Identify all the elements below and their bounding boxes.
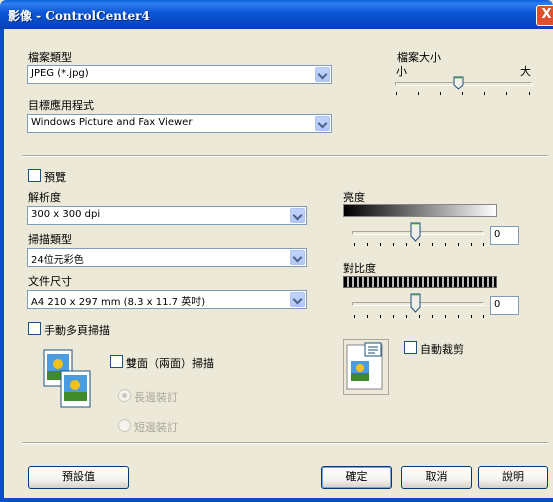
auto-crop-icon	[343, 339, 389, 395]
ok-button[interactable]: 確定	[321, 466, 392, 489]
defaults-button[interactable]: 預設值	[28, 466, 129, 489]
manual-multipage-label: 手動多頁掃描	[44, 324, 110, 337]
contrast-ticks	[354, 315, 484, 319]
help-button[interactable]: 說明	[478, 466, 548, 489]
chevron-down-icon[interactable]	[290, 208, 305, 223]
chevron-down-icon[interactable]	[290, 292, 305, 307]
scan-type-value: 24位元彩色	[31, 255, 84, 266]
preview-label: 預覽	[44, 171, 66, 184]
file-type-select[interactable]: JPEG (*.jpg)	[27, 65, 332, 84]
auto-crop-checkbox[interactable]	[404, 341, 417, 354]
resolution-label: 解析度	[28, 191, 61, 204]
contrast-label: 對比度	[343, 262, 376, 275]
brightness-thumb[interactable]	[410, 222, 421, 242]
separator	[22, 155, 548, 157]
target-app-label: 目標應用程式	[28, 99, 94, 112]
chevron-down-icon[interactable]	[315, 67, 330, 82]
title-bar: 影像 - ControlCenter4 X	[0, 0, 553, 29]
contrast-pattern	[343, 276, 497, 288]
brightness-value[interactable]: 0	[490, 226, 519, 245]
doc-size-label: 文件尺寸	[28, 275, 72, 288]
duplex-pages-icon	[43, 349, 93, 410]
file-size-max-label: 大	[520, 65, 531, 78]
file-size-ticks	[396, 92, 531, 96]
resolution-select[interactable]: 300 x 300 dpi	[27, 206, 307, 225]
long-edge-label: 長邊裝訂	[134, 391, 178, 404]
contrast-thumb[interactable]	[410, 293, 421, 313]
duplex-label: 雙面（兩面）掃描	[126, 357, 214, 370]
duplex-checkbox[interactable]	[110, 355, 123, 368]
file-size-thumb[interactable]	[453, 76, 464, 90]
file-size-min-label: 小	[396, 65, 407, 78]
doc-size-value: A4 210 x 297 mm (8.3 x 11.7 英吋)	[31, 297, 206, 308]
short-edge-radio[interactable]	[118, 419, 131, 432]
long-edge-radio[interactable]	[118, 389, 131, 402]
window-title: 影像 - ControlCenter4	[8, 9, 150, 23]
brightness-ticks	[354, 243, 484, 247]
brightness-gradient	[343, 204, 497, 217]
close-button[interactable]: X	[536, 5, 553, 26]
cancel-button[interactable]: 取消	[401, 466, 472, 489]
preview-checkbox[interactable]	[28, 169, 41, 182]
file-type-label: 檔案類型	[28, 51, 72, 64]
scan-type-select[interactable]: 24位元彩色	[27, 248, 307, 267]
doc-size-select[interactable]: A4 210 x 297 mm (8.3 x 11.7 英吋)	[27, 290, 307, 309]
file-type-value: JPEG (*.jpg)	[31, 68, 89, 79]
window-frame-left	[0, 29, 4, 502]
auto-crop-label: 自動裁剪	[420, 343, 464, 356]
window-frame-bottom	[0, 498, 553, 502]
resolution-value: 300 x 300 dpi	[31, 209, 101, 220]
scan-type-label: 掃描類型	[28, 233, 72, 246]
target-app-value: Windows Picture and Fax Viewer	[31, 117, 193, 128]
chevron-down-icon[interactable]	[290, 250, 305, 265]
target-app-select[interactable]: Windows Picture and Fax Viewer	[27, 114, 332, 133]
separator	[22, 442, 548, 444]
manual-multipage-checkbox[interactable]	[28, 322, 41, 335]
brightness-label: 亮度	[343, 191, 365, 204]
contrast-value[interactable]: 0	[490, 296, 519, 315]
chevron-down-icon[interactable]	[315, 116, 330, 131]
short-edge-label: 短邊裝訂	[134, 421, 178, 434]
